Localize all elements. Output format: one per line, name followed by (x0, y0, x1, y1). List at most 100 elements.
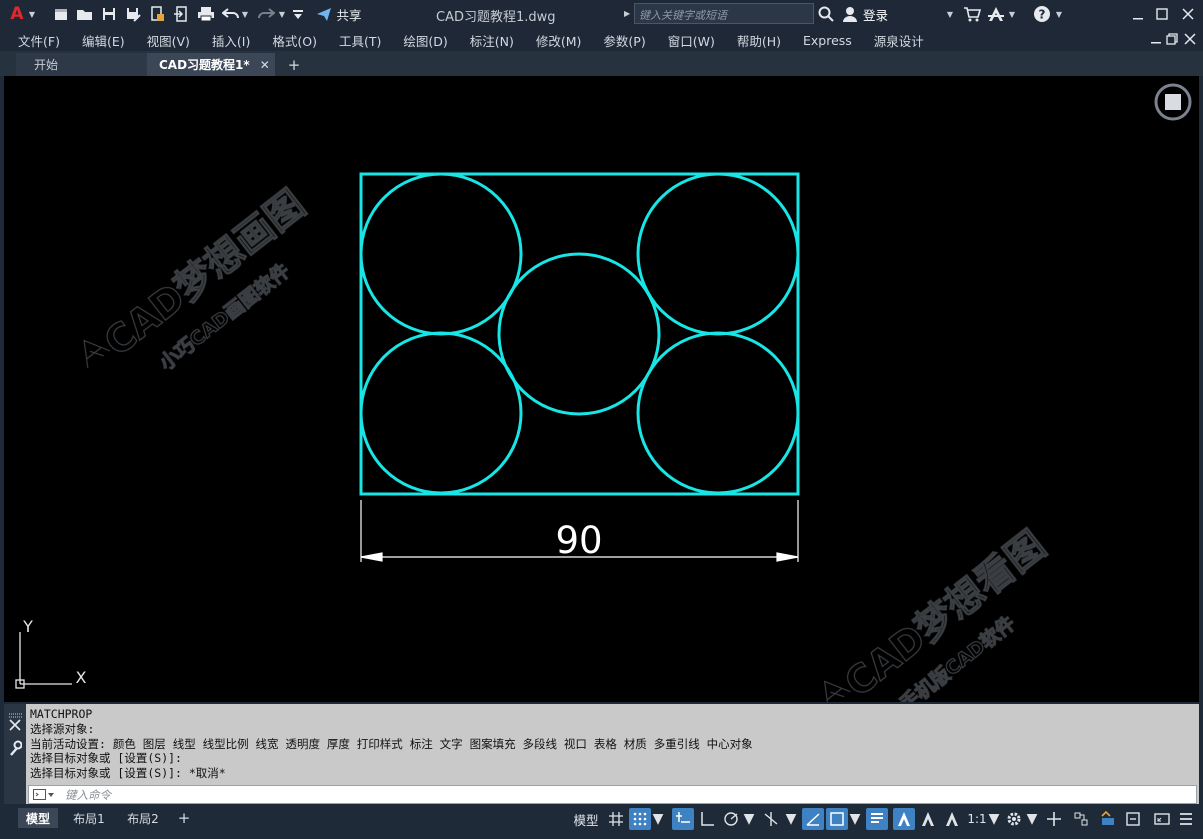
tab-start[interactable]: 开始 (16, 53, 151, 76)
new-tab-icon[interactable]: + (282, 53, 306, 76)
circle-bottom-left[interactable] (359, 331, 523, 495)
menu-window[interactable]: 窗口(W) (668, 31, 715, 50)
login-caret-icon[interactable]: ▼ (946, 5, 954, 23)
polar-tracking-icon[interactable] (720, 808, 742, 830)
workspace-caret-icon[interactable]: ▼ (1027, 808, 1038, 830)
tab-document[interactable]: CAD习题教程1* ✕ (147, 53, 275, 76)
layout-tab-model[interactable]: 模型 (18, 808, 58, 828)
snap-mode-icon[interactable] (629, 808, 651, 830)
customize-toolbar-icon[interactable] (291, 5, 305, 23)
scale-caret-icon[interactable]: ▼ (989, 808, 1000, 830)
grid-icon[interactable] (605, 808, 627, 830)
help-icon[interactable]: ? (1033, 5, 1051, 23)
lineweight-icon[interactable] (866, 808, 888, 830)
object-snap-icon[interactable] (826, 808, 848, 830)
menu-edit[interactable]: 编辑(E) (82, 31, 125, 50)
undo-icon[interactable] (222, 5, 240, 23)
help-caret-icon[interactable]: ▼ (1055, 5, 1063, 23)
app-menu-caret-icon[interactable]: ▼ (27, 5, 37, 23)
menu-yuanquan[interactable]: 源泉设计 (874, 31, 924, 50)
quick-properties-icon[interactable] (1097, 808, 1119, 830)
login-button[interactable]: 登录 (842, 5, 894, 23)
minimize-window-icon[interactable] (1130, 5, 1146, 23)
menu-modify[interactable]: 修改(M) (536, 31, 582, 50)
dynamic-input-icon[interactable] (672, 808, 694, 830)
command-history-line: MATCHPROP (30, 707, 93, 721)
dimension-90[interactable]: 90 (360, 500, 799, 562)
annotation-visibility-icon[interactable] (893, 808, 915, 830)
close-tab-icon[interactable]: ✕ (260, 58, 270, 72)
ucs-x-label: X (76, 668, 87, 687)
layout-tab-layout1[interactable]: 布局1 (66, 808, 112, 828)
ucs-y-label: Y (22, 617, 33, 636)
menu-view[interactable]: 视图(V) (147, 31, 190, 50)
save-icon[interactable] (100, 5, 118, 23)
doc-restore-icon[interactable] (1166, 33, 1178, 48)
command-prompt-icon[interactable] (33, 789, 55, 804)
circle-bottom-right[interactable] (636, 331, 800, 495)
app-menu-button[interactable]: A (6, 4, 28, 24)
circle-center[interactable] (497, 252, 661, 416)
autodesk-a360-icon[interactable] (986, 5, 1006, 23)
save-as-icon[interactable] (124, 5, 142, 23)
menu-parameters[interactable]: 参数(P) (603, 31, 645, 50)
menu-insert[interactable]: 插入(I) (212, 31, 250, 50)
new-file-icon[interactable] (52, 5, 70, 23)
share-button[interactable]: 共享 (310, 5, 368, 23)
object-snap-tracking-icon[interactable] (802, 808, 824, 830)
annotation-monitor-icon[interactable] (1043, 808, 1065, 830)
doc-minimize-icon[interactable] (1150, 33, 1162, 48)
menu-draw[interactable]: 绘图(D) (403, 31, 447, 50)
ortho-mode-icon[interactable] (696, 808, 718, 830)
circle-top-right[interactable] (636, 172, 800, 336)
fullscreen-icon[interactable] (1151, 808, 1173, 830)
user-icon (843, 7, 857, 22)
menu-dimension[interactable]: 标注(N) (470, 31, 514, 50)
model-space-button[interactable]: 模型 (571, 808, 601, 830)
menu-tools[interactable]: 工具(T) (339, 31, 381, 50)
isometric-drafting-icon[interactable] (760, 808, 782, 830)
snap-caret-icon[interactable]: ▼ (653, 808, 664, 830)
close-window-icon[interactable] (1180, 5, 1196, 23)
redo-icon[interactable] (257, 5, 275, 23)
customize-wrench-icon[interactable] (8, 740, 23, 759)
menu-express[interactable]: Express (803, 33, 852, 48)
workspace-gear-icon[interactable] (1003, 808, 1025, 830)
customization-menu-icon[interactable] (1175, 808, 1197, 830)
viewcube-icon[interactable] (1154, 83, 1192, 121)
command-input[interactable]: 键入命令 (28, 785, 1197, 804)
doc-close-icon[interactable] (1184, 33, 1196, 48)
publish-icon[interactable] (148, 5, 166, 23)
object-snap-caret-icon[interactable]: ▼ (850, 808, 861, 830)
undo-caret-icon[interactable]: ▼ (241, 5, 249, 23)
command-window-handle[interactable] (4, 704, 26, 804)
menu-bar: 文件(F) 编辑(E) 视图(V) 插入(I) 格式(O) 工具(T) 绘图(D… (0, 29, 1203, 51)
menu-help[interactable]: 帮助(H) (737, 31, 781, 50)
selection-cycling-icon[interactable] (1122, 808, 1144, 830)
print-icon[interactable] (196, 5, 216, 23)
open-file-icon[interactable] (76, 5, 94, 23)
command-history-line: 选择目标对象或 [设置(S)]: *取消* (30, 766, 226, 781)
search-icon[interactable] (817, 5, 835, 23)
isometric-caret-icon[interactable]: ▼ (786, 808, 797, 830)
redo-caret-icon[interactable]: ▼ (278, 5, 286, 23)
circle-top-left[interactable] (359, 172, 523, 336)
menu-format[interactable]: 格式(O) (272, 31, 317, 50)
add-layout-icon[interactable]: + (174, 808, 194, 828)
layout-tab-layout2[interactable]: 布局2 (120, 808, 166, 828)
export-icon[interactable] (172, 5, 190, 23)
polar-caret-icon[interactable]: ▼ (744, 808, 755, 830)
auto-scale-icon[interactable] (917, 808, 939, 830)
drawing-canvas[interactable]: CAD梦想画图 小巧CAD画图软件 CAD梦想看图 手机版CAD软件 90 Y … (4, 76, 1199, 702)
units-icon[interactable] (1070, 808, 1092, 830)
maximize-window-icon[interactable] (1154, 5, 1170, 23)
menu-file[interactable]: 文件(F) (18, 31, 60, 50)
close-command-icon[interactable] (9, 719, 21, 734)
cart-icon[interactable] (963, 5, 981, 23)
search-expand-icon[interactable]: ▶ (624, 9, 630, 18)
annotation-scale-icon[interactable] (941, 808, 963, 830)
scale-selector[interactable]: 1:1 (965, 808, 989, 830)
watermark-bottom: CAD梦想看图 手机版CAD软件 (823, 522, 1054, 702)
a360-caret-icon[interactable]: ▼ (1008, 5, 1016, 23)
search-input[interactable]: 键入关键字或短语 (634, 3, 814, 24)
